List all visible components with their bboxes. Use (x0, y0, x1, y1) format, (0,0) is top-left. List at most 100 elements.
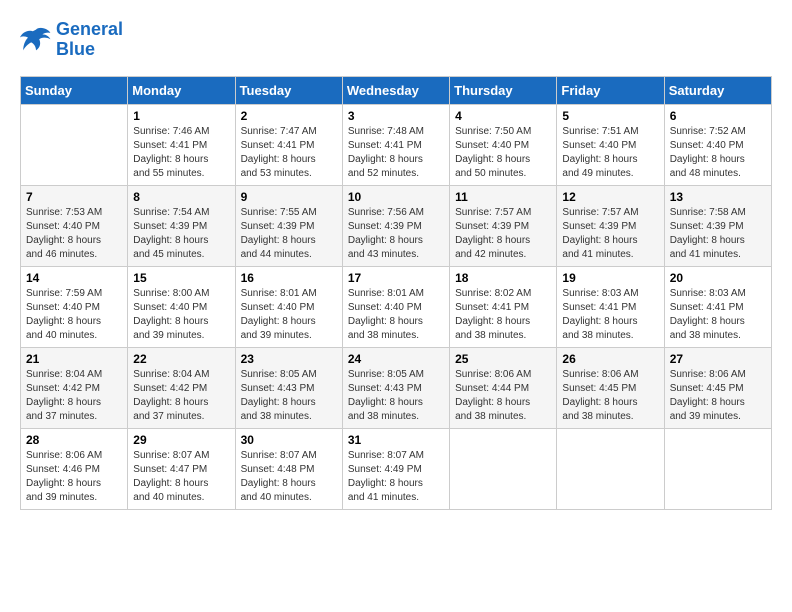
day-info: Sunrise: 8:06 AM Sunset: 4:44 PM Dayligh… (455, 368, 551, 424)
day-info: Sunrise: 7:46 AM Sunset: 4:41 PM Dayligh… (133, 125, 229, 181)
day-number: 28 (26, 433, 122, 447)
calendar-cell: 12 Sunrise: 7:57 AM Sunset: 4:39 PM Dayli… (557, 185, 664, 266)
day-number: 6 (670, 109, 766, 123)
calendar-cell: 16Sunrise: 8:01 AM Sunset: 4:40 PM Dayli… (235, 266, 342, 347)
day-info: Sunrise: 7:59 AM Sunset: 4:40 PM Dayligh… (26, 287, 122, 343)
weekday-header: Tuesday (235, 76, 342, 104)
day-number: 23 (241, 352, 337, 366)
calendar-cell: 2 Sunrise: 7:47 AM Sunset: 4:41 PM Daylig… (235, 104, 342, 185)
day-info: Sunrise: 8:01 AM Sunset: 4:40 PM Dayligh… (241, 287, 337, 343)
calendar-cell: 3 Sunrise: 7:48 AM Sunset: 4:41 PM Daylig… (342, 104, 449, 185)
day-info: Sunrise: 8:06 AM Sunset: 4:45 PM Dayligh… (670, 368, 766, 424)
calendar-week-row: 1 Sunrise: 7:46 AM Sunset: 4:41 PM Daylig… (21, 104, 772, 185)
day-info: Sunrise: 7:48 AM Sunset: 4:41 PM Dayligh… (348, 125, 444, 181)
calendar-cell: 27 Sunrise: 8:06 AM Sunset: 4:45 PM Dayli… (664, 347, 771, 428)
day-number: 13 (670, 190, 766, 204)
calendar-cell: 18 Sunrise: 8:02 AM Sunset: 4:41 PM Dayli… (450, 266, 557, 347)
calendar-cell: 5 Sunrise: 7:51 AM Sunset: 4:40 PM Daylig… (557, 104, 664, 185)
day-number: 29 (133, 433, 229, 447)
day-info: Sunrise: 7:50 AM Sunset: 4:40 PM Dayligh… (455, 125, 551, 181)
day-info: Sunrise: 7:52 AM Sunset: 4:40 PM Dayligh… (670, 125, 766, 181)
calendar-cell: 22 Sunrise: 8:04 AM Sunset: 4:42 PM Dayli… (128, 347, 235, 428)
weekday-header: Saturday (664, 76, 771, 104)
calendar-week-row: 21Sunrise: 8:04 AM Sunset: 4:42 PM Dayli… (21, 347, 772, 428)
day-info: Sunrise: 8:03 AM Sunset: 4:41 PM Dayligh… (562, 287, 658, 343)
day-info: Sunrise: 8:06 AM Sunset: 4:46 PM Dayligh… (26, 449, 122, 505)
day-number: 10 (348, 190, 444, 204)
day-number: 19 (562, 271, 658, 285)
calendar-cell: 20 Sunrise: 8:03 AM Sunset: 4:41 PM Dayli… (664, 266, 771, 347)
day-number: 22 (133, 352, 229, 366)
calendar-cell (557, 428, 664, 509)
calendar-cell: 19 Sunrise: 8:03 AM Sunset: 4:41 PM Dayli… (557, 266, 664, 347)
calendar-cell: 9Sunrise: 7:55 AM Sunset: 4:39 PM Daylig… (235, 185, 342, 266)
day-number: 15 (133, 271, 229, 285)
weekday-header: Wednesday (342, 76, 449, 104)
day-number: 3 (348, 109, 444, 123)
calendar-cell (21, 104, 128, 185)
day-info: Sunrise: 8:05 AM Sunset: 4:43 PM Dayligh… (241, 368, 337, 424)
calendar-cell: 17 Sunrise: 8:01 AM Sunset: 4:40 PM Dayli… (342, 266, 449, 347)
calendar-cell: 24Sunrise: 8:05 AM Sunset: 4:43 PM Dayli… (342, 347, 449, 428)
day-info: Sunrise: 8:07 AM Sunset: 4:47 PM Dayligh… (133, 449, 229, 505)
calendar-cell: 31Sunrise: 8:07 AM Sunset: 4:49 PM Dayli… (342, 428, 449, 509)
day-info: Sunrise: 8:04 AM Sunset: 4:42 PM Dayligh… (26, 368, 122, 424)
day-info: Sunrise: 7:53 AM Sunset: 4:40 PM Dayligh… (26, 206, 122, 262)
calendar-cell: 10Sunrise: 7:56 AM Sunset: 4:39 PM Dayli… (342, 185, 449, 266)
day-number: 5 (562, 109, 658, 123)
weekday-header: Sunday (21, 76, 128, 104)
calendar-table: SundayMondayTuesdayWednesdayThursdayFrid… (20, 76, 772, 510)
day-number: 2 (241, 109, 337, 123)
day-number: 27 (670, 352, 766, 366)
logo-icon (20, 26, 52, 54)
day-number: 12 (562, 190, 658, 204)
day-number: 24 (348, 352, 444, 366)
calendar-cell: 15 Sunrise: 8:00 AM Sunset: 4:40 PM Dayli… (128, 266, 235, 347)
calendar-cell: 11Sunrise: 7:57 AM Sunset: 4:39 PM Dayli… (450, 185, 557, 266)
calendar-cell: 30 Sunrise: 8:07 AM Sunset: 4:48 PM Dayli… (235, 428, 342, 509)
page-header: General Blue (20, 20, 772, 60)
weekday-header: Monday (128, 76, 235, 104)
calendar-cell: 7Sunrise: 7:53 AM Sunset: 4:40 PM Daylig… (21, 185, 128, 266)
day-number: 1 (133, 109, 229, 123)
day-number: 26 (562, 352, 658, 366)
day-info: Sunrise: 7:57 AM Sunset: 4:39 PM Dayligh… (562, 206, 658, 262)
calendar-cell: 4 Sunrise: 7:50 AM Sunset: 4:40 PM Daylig… (450, 104, 557, 185)
calendar-cell (664, 428, 771, 509)
calendar-week-row: 14 Sunrise: 7:59 AM Sunset: 4:40 PM Dayli… (21, 266, 772, 347)
day-number: 17 (348, 271, 444, 285)
day-number: 14 (26, 271, 122, 285)
day-info: Sunrise: 7:51 AM Sunset: 4:40 PM Dayligh… (562, 125, 658, 181)
logo: General Blue (20, 20, 123, 60)
day-info: Sunrise: 8:01 AM Sunset: 4:40 PM Dayligh… (348, 287, 444, 343)
day-info: Sunrise: 7:55 AM Sunset: 4:39 PM Dayligh… (241, 206, 337, 262)
calendar-cell: 6 Sunrise: 7:52 AM Sunset: 4:40 PM Daylig… (664, 104, 771, 185)
calendar-cell: 1 Sunrise: 7:46 AM Sunset: 4:41 PM Daylig… (128, 104, 235, 185)
day-number: 11 (455, 190, 551, 204)
calendar-header-row: SundayMondayTuesdayWednesdayThursdayFrid… (21, 76, 772, 104)
calendar-cell: 21Sunrise: 8:04 AM Sunset: 4:42 PM Dayli… (21, 347, 128, 428)
calendar-cell: 13Sunrise: 7:58 AM Sunset: 4:39 PM Dayli… (664, 185, 771, 266)
weekday-header: Friday (557, 76, 664, 104)
day-info: Sunrise: 7:47 AM Sunset: 4:41 PM Dayligh… (241, 125, 337, 181)
day-info: Sunrise: 8:04 AM Sunset: 4:42 PM Dayligh… (133, 368, 229, 424)
calendar-cell: 28 Sunrise: 8:06 AM Sunset: 4:46 PM Dayli… (21, 428, 128, 509)
calendar-cell: 14 Sunrise: 7:59 AM Sunset: 4:40 PM Dayli… (21, 266, 128, 347)
day-info: Sunrise: 8:07 AM Sunset: 4:48 PM Dayligh… (241, 449, 337, 505)
day-number: 25 (455, 352, 551, 366)
day-number: 20 (670, 271, 766, 285)
day-info: Sunrise: 8:03 AM Sunset: 4:41 PM Dayligh… (670, 287, 766, 343)
calendar-cell: 25 Sunrise: 8:06 AM Sunset: 4:44 PM Dayli… (450, 347, 557, 428)
day-number: 4 (455, 109, 551, 123)
day-info: Sunrise: 8:06 AM Sunset: 4:45 PM Dayligh… (562, 368, 658, 424)
calendar-cell: 23 Sunrise: 8:05 AM Sunset: 4:43 PM Dayli… (235, 347, 342, 428)
calendar-cell: 26 Sunrise: 8:06 AM Sunset: 4:45 PM Dayli… (557, 347, 664, 428)
calendar-cell: 8Sunrise: 7:54 AM Sunset: 4:39 PM Daylig… (128, 185, 235, 266)
logo-text: General Blue (56, 20, 123, 60)
weekday-header: Thursday (450, 76, 557, 104)
day-info: Sunrise: 8:02 AM Sunset: 4:41 PM Dayligh… (455, 287, 551, 343)
day-info: Sunrise: 8:07 AM Sunset: 4:49 PM Dayligh… (348, 449, 444, 505)
day-number: 30 (241, 433, 337, 447)
day-number: 18 (455, 271, 551, 285)
day-info: Sunrise: 8:00 AM Sunset: 4:40 PM Dayligh… (133, 287, 229, 343)
